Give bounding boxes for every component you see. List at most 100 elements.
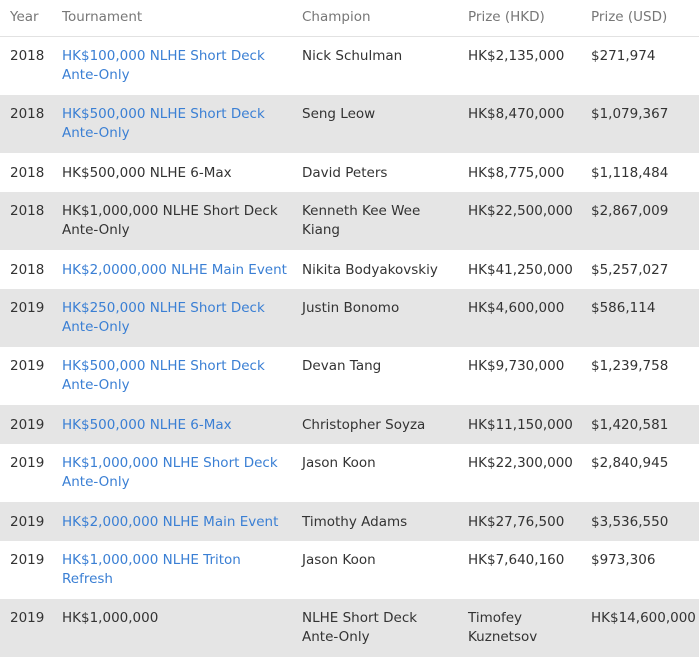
tournament-link[interactable]: HK$250,000 NLHE Short Deck Ante-Only — [62, 300, 265, 335]
prize-usd-cell: $1,079,367 — [581, 94, 699, 153]
year-cell: 2019 — [0, 501, 52, 541]
prize-usd-cell: $1,118,484 — [581, 153, 699, 192]
year-cell: 2018 — [0, 94, 52, 153]
champion-name: Seng Leow — [302, 105, 376, 122]
results-table: Year Tournament Champion Prize (HKD) Pri… — [0, 0, 699, 657]
year-cell: 2018 — [0, 250, 52, 289]
prize-hkd-cell: HK$2,135,000 — [458, 36, 581, 95]
tournament-link[interactable]: HK$500,000 NLHE Short Deck Ante-Only — [62, 358, 265, 393]
year: 2019 — [10, 416, 45, 433]
prize-usd-cell: $271,974 — [581, 36, 699, 95]
year: 2018 — [10, 202, 45, 219]
table-row: 2018 HK$1,000,000 NLHE Short Deck Ante-On… — [0, 191, 699, 250]
prize-usd: $1,118,484 — [591, 164, 669, 181]
prize-usd: $3,536,550 — [591, 513, 669, 530]
champion-name: Timothy Adams — [302, 513, 408, 530]
prize-hkd-cell: HK$8,470,000 — [458, 94, 581, 153]
champion-name: Jason Koon — [302, 551, 376, 568]
tournament-name: HK$1,000,000 NLHE Short Deck Ante-Only — [62, 202, 278, 238]
prize-hkd: HK$2,135,000 — [468, 47, 565, 64]
prize-usd: $2,840,945 — [591, 454, 669, 471]
year-cell: 2018 — [0, 191, 52, 250]
header-prize-usd: Prize (USD) — [581, 0, 699, 37]
tournament-link[interactable]: HK$500,000 NLHE Short Deck Ante-Only — [62, 106, 265, 141]
prize-hkd-cell: HK$4,600,000 — [458, 288, 581, 347]
prize-usd-cell: $973,306 — [581, 541, 699, 599]
prize-usd-cell: $3,536,550 — [581, 501, 699, 541]
prize-hkd: HK$22,500,000 — [468, 202, 573, 219]
champion-name-cell: Nikita Bodyakovskiy — [292, 250, 458, 289]
table-row: 2019 HK$500,000 NLHE 6-Max Christopher Soy… — [0, 404, 699, 444]
tournament-link[interactable]: HK$1,000,000 NLHE Short Deck Ante-Only — [62, 455, 278, 490]
champion-name-cell: Kenneth Kee Wee Kiang — [292, 191, 458, 250]
year-cell: 2019 — [0, 347, 52, 405]
table-row: 2019 HK$250,000 NLHE Short Deck Ante-Only… — [0, 288, 699, 347]
year: 2019 — [10, 609, 45, 626]
tournament-link[interactable]: HK$100,000 NLHE Short Deck Ante-Only — [62, 48, 265, 83]
champion-name-cell: Nick Schulman — [292, 36, 458, 95]
champion-name: David Peters — [302, 164, 388, 181]
prize-hkd: HK$4,600,000 — [468, 299, 565, 316]
year-cell: 2019 — [0, 598, 52, 657]
prize-usd-cell: $1,420,581 — [581, 404, 699, 444]
header-year: Year — [0, 0, 52, 37]
year: 2019 — [10, 299, 45, 316]
champion-name-cell: Jason Koon — [292, 541, 458, 599]
champion-name: Devan Tang — [302, 357, 382, 374]
header-champion: Champion — [292, 0, 458, 37]
prize-usd: $2,867,009 — [591, 202, 669, 219]
prize-hkd: HK$41,250,000 — [468, 261, 573, 278]
tournament-name-cell: HK$500,000 NLHE 6-Max — [52, 153, 292, 192]
prize-hkd-cell: Timofey Kuznetsov — [458, 598, 581, 657]
tournament-name-cell: HK$1,000,000 — [52, 598, 292, 657]
prize-usd: $973,306 — [591, 551, 656, 568]
prize-usd: $1,079,367 — [591, 105, 669, 122]
prize-hkd: HK$11,150,000 — [468, 416, 573, 433]
prize-hkd-cell: HK$8,775,000 — [458, 153, 581, 192]
year: 2018 — [10, 105, 45, 122]
prize-hkd-cell: HK$11,150,000 — [458, 404, 581, 444]
tournament-link[interactable]: HK$2,0000,000 NLHE Main Event — [62, 262, 287, 278]
champion-name-cell: NLHE Short Deck Ante-Only — [292, 598, 458, 657]
prize-hkd-cell: HK$22,300,000 — [458, 444, 581, 502]
champion-name: Nick Schulman — [302, 47, 403, 64]
year-cell: 2019 — [0, 288, 52, 347]
prize-usd: $1,420,581 — [591, 416, 669, 433]
table-body: 2018 HK$100,000 NLHE Short Deck Ante-Only… — [0, 36, 699, 657]
table-row: 2018 HK$500,000 NLHE 6-Max David Peters HK$… — [0, 153, 699, 192]
prize-usd-cell: $586,114 — [581, 288, 699, 347]
tournament-link-cell: HK$500,000 NLHE 6-Max — [52, 404, 292, 444]
prize-hkd: HK$8,775,000 — [468, 164, 565, 181]
year: 2019 — [10, 357, 45, 374]
prize-usd-cell: HK$14,600,000 — [581, 598, 699, 657]
prize-hkd-cell: HK$22,500,000 — [458, 191, 581, 250]
tournament-name: HK$1,000,000 — [62, 609, 159, 626]
prize-usd-cell: $1,239,758 — [581, 347, 699, 405]
tournament-name: HK$500,000 NLHE 6-Max — [62, 164, 232, 181]
table-row: 2018 HK$2,0000,000 NLHE Main Event Nikita … — [0, 250, 699, 289]
tournament-link[interactable]: HK$500,000 NLHE 6-Max — [62, 417, 232, 433]
prize-hkd: Timofey Kuznetsov — [468, 609, 538, 645]
year: 2018 — [10, 164, 45, 181]
champion-name-cell: Timothy Adams — [292, 501, 458, 541]
prize-hkd: HK$7,640,160 — [468, 551, 565, 568]
tournament-link-cell: HK$500,000 NLHE Short Deck Ante-Only — [52, 94, 292, 153]
tournament-link-cell: HK$2,000,000 NLHE Main Event — [52, 501, 292, 541]
header-row: Year Tournament Champion Prize (HKD) Pri… — [0, 0, 699, 37]
champion-name: Justin Bonomo — [302, 299, 400, 316]
tournament-link[interactable]: HK$2,000,000 NLHE Main Event — [62, 514, 278, 530]
champion-name: NLHE Short Deck Ante-Only — [302, 609, 418, 645]
tournament-link[interactable]: HK$1,000,000 NLHE Triton Refresh — [62, 552, 241, 587]
year-cell: 2019 — [0, 541, 52, 599]
champion-name-cell: Christopher Soyza — [292, 404, 458, 444]
table-row: 2019 HK$500,000 NLHE Short Deck Ante-Only… — [0, 347, 699, 405]
table-row: 2019 HK$2,000,000 NLHE Main Event Timothy … — [0, 501, 699, 541]
table-row: 2019 HK$1,000,000 NLHE Short Deck Ante-On… — [0, 444, 699, 502]
prize-usd: $271,974 — [591, 47, 656, 64]
tournament-link-cell: HK$1,000,000 NLHE Triton Refresh — [52, 541, 292, 599]
champion-name-cell: Jason Koon — [292, 444, 458, 502]
prize-hkd-cell: HK$7,640,160 — [458, 541, 581, 599]
prize-hkd: HK$9,730,000 — [468, 357, 565, 374]
champion-name: Christopher Soyza — [302, 416, 426, 433]
table-row: 2019 HK$1,000,000 NLHE Short Deck Ante-Onl… — [0, 598, 699, 657]
